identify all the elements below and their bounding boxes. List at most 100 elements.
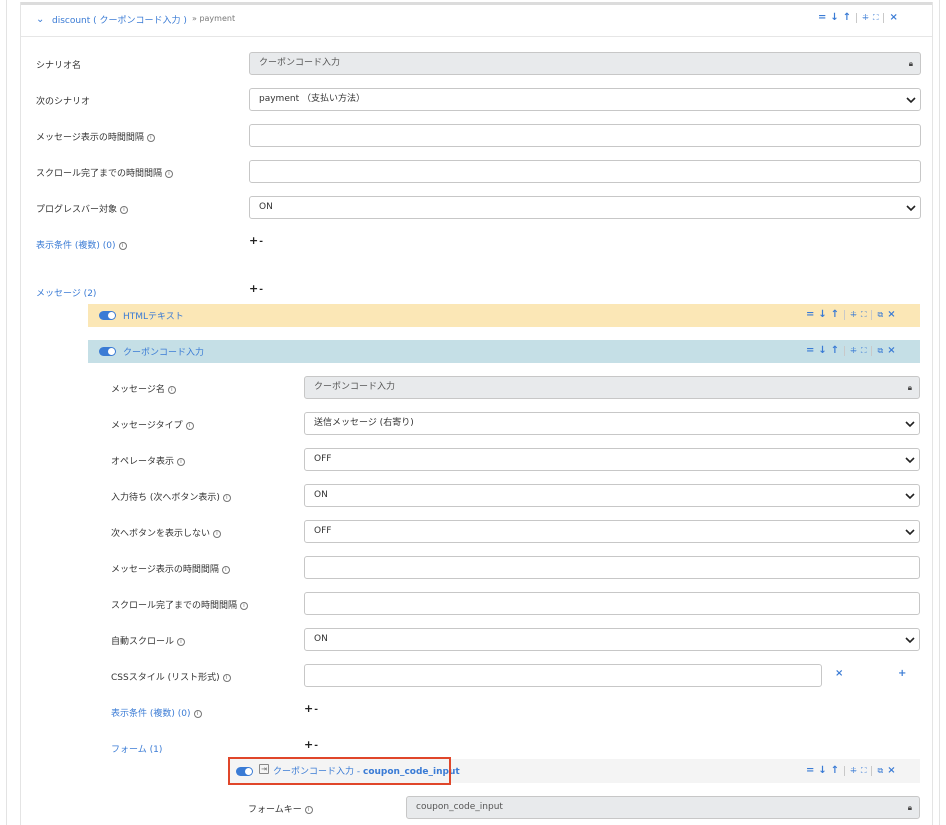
copy-icon[interactable]: ⧉ xyxy=(877,310,883,320)
toolbar-divider xyxy=(871,310,873,320)
info-icon[interactable]: i xyxy=(120,205,129,214)
plus-icon[interactable]: + xyxy=(304,702,313,715)
message-conditions-link[interactable]: 表示条件 (複数) (0) i xyxy=(111,706,202,719)
move-up-icon[interactable]: ↑ xyxy=(831,766,839,776)
plus-icon[interactable]: + xyxy=(249,282,258,295)
close-icon[interactable]: × xyxy=(887,346,895,356)
drag-handle-icon[interactable]: = xyxy=(818,13,826,23)
scenario-title[interactable]: discount ( クーポンコード入力 ) xyxy=(52,13,187,26)
autoscroll-select[interactable]: ON xyxy=(304,628,920,651)
expand-all-icon[interactable]: ⛶ xyxy=(861,766,867,776)
toolbar-divider xyxy=(883,13,885,23)
move-down-icon[interactable]: ↓ xyxy=(818,766,826,776)
message-title[interactable]: HTMLテキスト xyxy=(123,309,184,322)
minus-icon[interactable]: - xyxy=(259,237,263,247)
drag-handle-icon[interactable]: = xyxy=(806,766,814,776)
info-icon[interactable]: i xyxy=(146,133,155,142)
collapse-all-icon[interactable]: ⁜ xyxy=(850,346,857,356)
forms-add-remove[interactable]: +- xyxy=(304,738,318,751)
scenario-conditions-link[interactable]: 表示条件 (複数) (0) i xyxy=(36,238,127,251)
message-title[interactable]: クーポンコード入力 xyxy=(123,345,204,358)
message-scroll-label: スクロール完了までの時間間隔 i xyxy=(111,598,249,611)
copy-icon[interactable]: ⧉ xyxy=(877,766,883,776)
add-css-icon[interactable]: + xyxy=(898,668,906,679)
message-type-select[interactable]: 送信メッセージ (右寄り) xyxy=(304,412,920,435)
toggle-switch-icon[interactable] xyxy=(99,311,116,320)
move-up-icon[interactable]: ↑ xyxy=(831,310,839,320)
collapse-all-icon[interactable]: ⁜ xyxy=(850,766,857,776)
select-caret-icon xyxy=(905,421,915,428)
info-icon[interactable]: i xyxy=(193,709,202,718)
info-icon[interactable]: i xyxy=(222,493,231,502)
move-up-icon[interactable]: ↑ xyxy=(843,13,851,23)
collapse-all-icon[interactable]: ⁜ xyxy=(850,310,857,320)
expand-all-icon[interactable]: ⛶ xyxy=(861,310,867,320)
messages-add-remove[interactable]: +- xyxy=(249,282,263,295)
next-scenario-select[interactable]: payment （支払い方法） xyxy=(249,88,921,111)
close-icon[interactable]: × xyxy=(889,13,897,23)
hide-next-select[interactable]: OFF xyxy=(304,520,920,543)
toolbar-divider xyxy=(871,346,873,356)
scenario-header[interactable]: ⌄ discount ( クーポンコード入力 ) » payment xyxy=(21,5,932,37)
messages-link[interactable]: メッセージ (2) xyxy=(36,286,96,299)
forms-link[interactable]: フォーム (1) xyxy=(111,742,162,755)
move-down-icon[interactable]: ↓ xyxy=(818,310,826,320)
info-icon[interactable]: i xyxy=(118,241,127,250)
select-caret-icon xyxy=(905,529,915,536)
autoscroll-label: 自動スクロール i xyxy=(111,634,186,647)
message-interval-input[interactable] xyxy=(304,556,920,579)
interval-input[interactable] xyxy=(249,124,921,147)
select-caret-icon xyxy=(905,457,915,464)
wait-input-label: 入力待ち (次へボタン表示) i xyxy=(111,490,231,503)
move-down-icon[interactable]: ↓ xyxy=(830,13,838,23)
info-icon[interactable]: i xyxy=(165,169,174,178)
message-scroll-input[interactable] xyxy=(304,592,920,615)
plus-icon[interactable]: + xyxy=(249,234,258,247)
lock-icon: 🔒︎ xyxy=(907,383,912,392)
scenario-name-value: クーポンコード入力 xyxy=(259,58,341,68)
chevron-down-icon[interactable]: ⌄ xyxy=(36,14,44,25)
operator-label: オペレータ表示 i xyxy=(111,454,186,467)
move-up-icon[interactable]: ↑ xyxy=(831,346,839,356)
message-bar-coupon[interactable]: クーポンコード入力 xyxy=(88,340,920,363)
remove-css-icon[interactable]: × xyxy=(835,668,843,679)
info-icon[interactable]: i xyxy=(177,637,186,646)
copy-icon[interactable]: ⧉ xyxy=(877,346,883,356)
close-icon[interactable]: × xyxy=(887,310,895,320)
minus-icon[interactable]: - xyxy=(259,285,263,295)
close-icon[interactable]: × xyxy=(887,766,895,776)
toolbar-divider xyxy=(844,766,846,776)
operator-select[interactable]: OFF xyxy=(304,448,920,471)
message-bar-html[interactable]: HTMLテキスト xyxy=(88,304,920,327)
progress-label: プログレスバー対象 i xyxy=(36,202,129,215)
plus-icon[interactable]: + xyxy=(304,738,313,751)
select-caret-icon xyxy=(905,493,915,500)
message-type-label: メッセージタイプ i xyxy=(111,418,194,431)
wait-input-select[interactable]: ON xyxy=(304,484,920,507)
form-item-toolbar: = ↓ ↑ ⁜ ⛶ ⧉ × xyxy=(806,766,896,776)
drag-handle-icon[interactable]: = xyxy=(806,346,814,356)
info-icon[interactable]: i xyxy=(221,565,230,574)
minus-icon[interactable]: - xyxy=(314,705,318,715)
message-conditions-add-remove[interactable]: +- xyxy=(304,702,318,715)
info-icon[interactable]: i xyxy=(177,457,186,466)
form-key-field: coupon_code_input 🔒︎ xyxy=(406,796,920,819)
move-down-icon[interactable]: ↓ xyxy=(818,346,826,356)
info-icon[interactable]: i xyxy=(240,601,249,610)
info-icon[interactable]: i xyxy=(185,421,194,430)
css-style-input[interactable] xyxy=(304,664,822,687)
expand-all-icon[interactable]: ⛶ xyxy=(873,13,879,23)
scroll-interval-input[interactable] xyxy=(249,160,921,183)
progress-select[interactable]: ON xyxy=(249,196,921,219)
collapse-all-icon[interactable]: ⁜ xyxy=(862,13,869,23)
drag-handle-icon[interactable]: = xyxy=(806,310,814,320)
toolbar-divider xyxy=(871,766,873,776)
toggle-switch-icon[interactable] xyxy=(99,347,116,356)
scenario-conditions-add-remove[interactable]: +- xyxy=(249,234,263,247)
info-icon[interactable]: i xyxy=(167,385,176,394)
expand-all-icon[interactable]: ⛶ xyxy=(861,346,867,356)
minus-icon[interactable]: - xyxy=(314,741,318,751)
info-icon[interactable]: i xyxy=(222,673,231,682)
info-icon[interactable]: i xyxy=(213,529,222,538)
info-icon[interactable]: i xyxy=(304,805,313,814)
